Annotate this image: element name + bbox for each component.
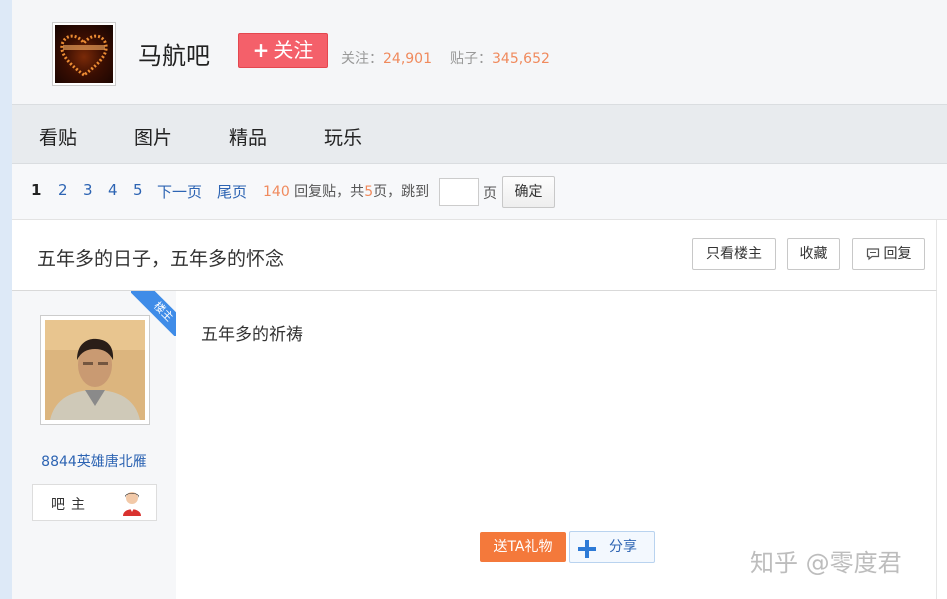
total-pages: 5 [364, 184, 374, 200]
post-content: 五年多的祈祷 [201, 325, 303, 345]
tab-posts[interactable]: 看贴 [39, 123, 77, 150]
jump-label: 跳到 [401, 184, 430, 200]
forum-nav: 看贴 图片 精品 玩乐 [12, 104, 947, 164]
forum-stats: 关注：24,901 贴子：345,652 [341, 48, 550, 68]
forum-logo-image [55, 25, 113, 83]
author-name-link[interactable]: 8844英雄唐北雁 [12, 451, 176, 471]
next-page-link[interactable]: 下一页 [157, 181, 202, 202]
share-plus-icon [578, 539, 596, 569]
share-label: 分享 [609, 539, 637, 555]
thread-header: 五年多的日子，五年多的怀念 只看楼主 收藏 回复 [12, 220, 937, 291]
page-current: 1 [31, 181, 42, 199]
followers-count: 24,901 [383, 51, 432, 67]
only-op-button[interactable]: 只看楼主 [692, 238, 776, 270]
page-link-3[interactable]: 3 [83, 181, 93, 199]
reply-info: 140 回复贴，共5页，跳到 [263, 181, 429, 201]
forum-header: 马航吧 + 关注 关注：24,901 贴子：345,652 [12, 0, 947, 104]
pagination: 1 2 3 4 5 下一页 尾页 140 回复贴，共5页，跳到 页 确定 [12, 164, 947, 220]
forum-title: 马航吧 [138, 42, 210, 70]
moderator-badge: 吧主 [32, 484, 157, 521]
page-link-2[interactable]: 2 [58, 181, 68, 199]
thread-title: 五年多的日子，五年多的怀念 [37, 248, 285, 270]
send-gift-button[interactable]: 送TA礼物 [480, 532, 566, 562]
posts-label: 贴子： [450, 51, 492, 67]
tab-images[interactable]: 图片 [134, 123, 172, 150]
followers-label: 关注： [341, 51, 383, 67]
jump-page-input[interactable] [439, 178, 479, 206]
posts-count: 345,652 [492, 51, 550, 67]
avatar-image [45, 320, 145, 420]
last-page-link[interactable]: 尾页 [217, 181, 247, 202]
reply-label: 回复 [883, 246, 912, 262]
left-page-edge [0, 0, 12, 599]
moderator-icon [120, 490, 144, 520]
op-badge-label: 楼主 [131, 291, 176, 336]
tab-featured[interactable]: 精品 [229, 123, 267, 150]
page-link-4[interactable]: 4 [108, 181, 118, 199]
author-panel: 8844英雄唐北雁 吧主 楼主 [12, 291, 176, 599]
page-link-5[interactable]: 5 [133, 181, 143, 199]
role-label: 吧主 [51, 497, 91, 513]
zhihu-watermark: 知乎 @零度君 [750, 549, 902, 577]
comment-icon [866, 242, 880, 272]
reply-label: 回复贴，共 [289, 184, 365, 200]
reply-count: 140 [263, 184, 290, 200]
tab-fun[interactable]: 玩乐 [324, 123, 362, 150]
op-ribbon: 楼主 [131, 291, 176, 336]
collect-button[interactable]: 收藏 [787, 238, 840, 270]
total-pages-suffix: 页， [373, 184, 402, 200]
forum-logo[interactable] [52, 22, 116, 86]
reply-button[interactable]: 回复 [852, 238, 925, 270]
follow-button[interactable]: + 关注 [238, 33, 328, 68]
plus-icon: + [252, 38, 270, 62]
jump-confirm-button[interactable]: 确定 [502, 176, 555, 208]
jump-unit: 页 [483, 186, 497, 202]
share-button[interactable]: 分享 [569, 531, 655, 563]
follow-label: 关注 [273, 38, 314, 62]
